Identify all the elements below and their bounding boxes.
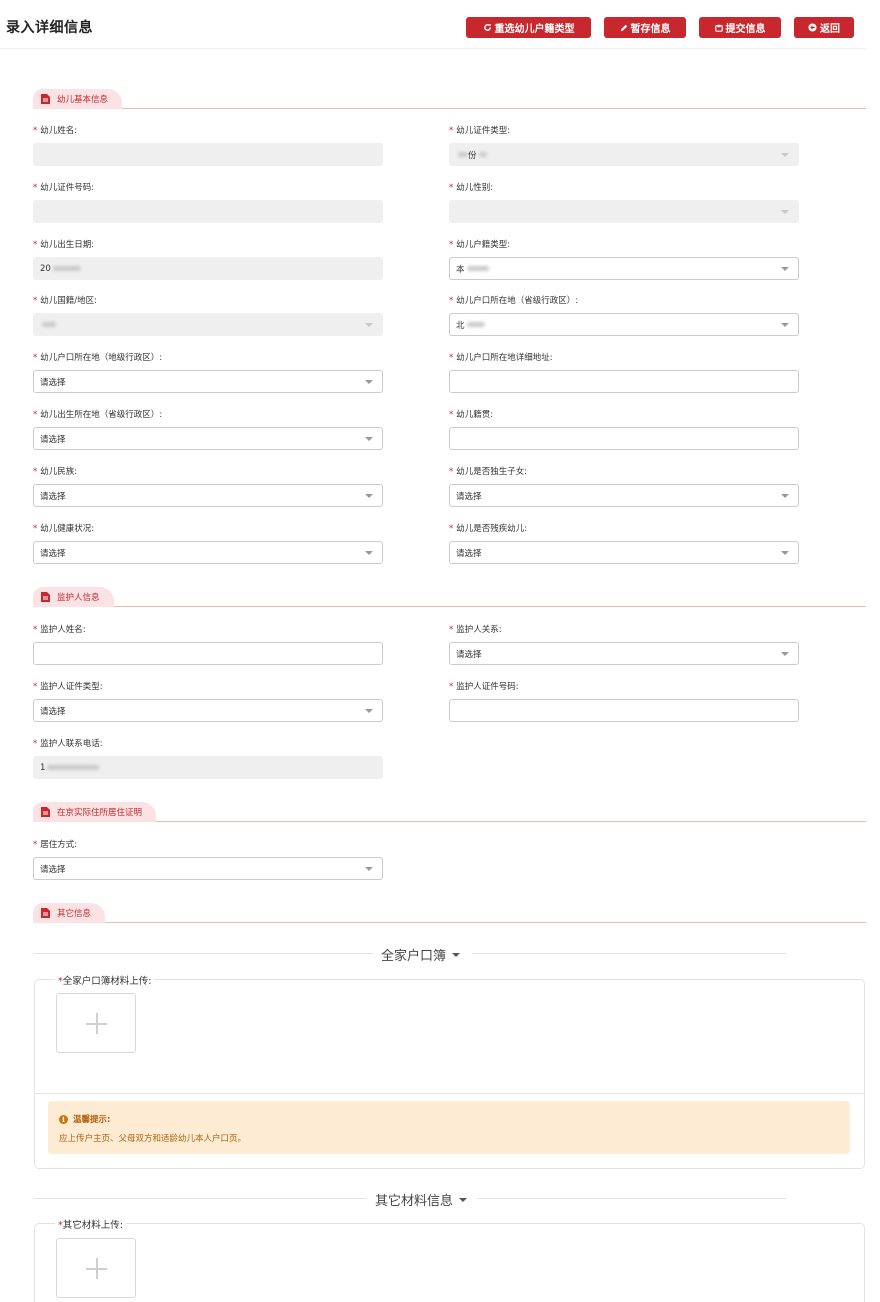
child-hukou-city-label: * 幼儿户口所在地（地级行政区）: (33, 353, 163, 363)
other-materials-card: *其它材料上传: (34, 1217, 865, 1302)
household-register-upload[interactable] (56, 993, 136, 1053)
child-birth-province-label: * 幼儿出生所在地（省级行政区）: (33, 410, 163, 420)
notice-text: 应上传户主页、父母双方和适龄幼儿本人户口页。 (59, 1134, 247, 1144)
child-disabled-select[interactable]: 请选择 (449, 541, 799, 564)
document-icon (41, 807, 50, 817)
page-title: 录入详细信息 (6, 20, 93, 36)
guardian-name-label: * 监护人姓名: (33, 625, 86, 635)
guardian-id-number-label: * 监护人证件号码: (449, 682, 519, 692)
notice-title: i 温馨提示: (59, 1113, 110, 1125)
guardian-id-type-select[interactable]: 请选择 (33, 699, 383, 722)
child-id-type-select[interactable]: 份 (449, 143, 799, 166)
residence-mode-label: * 居住方式: (33, 840, 78, 850)
child-birth-date-input[interactable]: 20 (33, 257, 383, 280)
other-materials-title: 其它材料信息 (375, 1194, 454, 1209)
divider-line (477, 1198, 786, 1199)
child-hukou-type-label: * 幼儿户籍类型: (449, 240, 511, 250)
guardian-relation-select[interactable]: 请选择 (449, 642, 799, 665)
child-hukou-address-label: * 幼儿户口所在地详细地址: (449, 353, 553, 363)
save-draft-label: 暂存信息 (630, 24, 671, 35)
child-id-number-input[interactable] (33, 200, 383, 223)
section-tab: 其它信息 (33, 903, 106, 923)
save-draft-button[interactable]: 暂存信息 (604, 17, 686, 38)
child-native-place-input[interactable] (449, 427, 799, 450)
submit-icon (714, 24, 723, 32)
document-icon (41, 94, 50, 104)
child-hukou-province-label: * 幼儿户口所在地（省级行政区）: (449, 296, 579, 306)
card-divider (35, 1093, 864, 1094)
child-id-type-label: * 幼儿证件类型: (449, 126, 511, 136)
divider-line (33, 953, 373, 954)
child-native-place-label: * 幼儿籍贯: (449, 410, 494, 420)
other-materials-upload-label: *其它材料上传: (55, 1217, 126, 1231)
submit-label: 提交信息 (725, 24, 766, 35)
child-only-child-select[interactable]: 请选择 (449, 484, 799, 507)
child-ethnicity-label: * 幼儿民族: (33, 467, 78, 477)
other-materials-toggle[interactable]: 其它材料信息 (375, 1190, 468, 1209)
page-header: 录入详细信息 重选幼儿户籍类型 暂存信息 提交信息 返回 (0, 0, 866, 49)
child-health-label: * 幼儿健康状况: (33, 524, 95, 534)
child-nationality-select[interactable] (33, 313, 383, 336)
household-register-title: 全家户口簿 (381, 949, 447, 964)
guardian-phone-input[interactable]: 1 (33, 756, 383, 779)
reselect-label: 重选幼儿户籍类型 (494, 24, 575, 35)
child-nationality-label: * 幼儿国籍/地区: (33, 296, 97, 306)
child-id-number-label: * 幼儿证件号码: (33, 183, 95, 193)
section-title: 幼儿基本信息 (57, 95, 109, 105)
other-materials-upload[interactable] (56, 1238, 136, 1298)
child-hukou-city-select[interactable]: 请选择 (33, 370, 383, 393)
caret-down-icon (452, 952, 461, 957)
child-hukou-type-select[interactable]: 本 (449, 257, 799, 280)
guardian-id-type-label: * 监护人证件类型: (33, 682, 103, 692)
document-icon (41, 908, 50, 918)
child-name-label: * 幼儿姓名: (33, 126, 78, 136)
section-tab: 在京实际住所居住证明 (33, 802, 157, 822)
child-hukou-province-select[interactable]: 北 (449, 313, 799, 336)
guardian-phone-label: * 监护人联系电话: (33, 739, 103, 749)
child-hukou-address-input[interactable] (449, 370, 799, 393)
guardian-id-number-input[interactable] (449, 699, 799, 722)
back-label: 返回 (820, 24, 840, 35)
child-only-child-label: * 幼儿是否独生子女: (449, 467, 528, 477)
submit-button[interactable]: 提交信息 (699, 17, 781, 38)
divider-line (472, 953, 786, 954)
section-tab: 幼儿基本信息 (33, 89, 123, 109)
child-ethnicity-select[interactable]: 请选择 (33, 484, 383, 507)
section-other: 其它信息 (33, 903, 866, 923)
arrow-left-icon (808, 23, 817, 32)
back-button[interactable]: 返回 (794, 17, 854, 38)
divider-line (33, 1198, 367, 1199)
section-residence: 在京实际住所居住证明 (33, 802, 866, 822)
child-gender-select[interactable] (449, 200, 799, 223)
refresh-icon (483, 24, 491, 31)
reselect-hukou-type-button[interactable]: 重选幼儿户籍类型 (466, 17, 591, 38)
guardian-name-input[interactable] (33, 642, 383, 665)
info-icon: i (59, 1114, 68, 1124)
notice-box: i 温馨提示: 应上传户主页、父母双方和适龄幼儿本人户口页。 (48, 1101, 850, 1154)
section-guardian: 监护人信息 (33, 587, 866, 607)
child-health-select[interactable]: 请选择 (33, 541, 383, 564)
section-title: 监护人信息 (57, 593, 100, 603)
guardian-relation-label: * 监护人关系: (449, 625, 502, 635)
section-title: 其它信息 (57, 909, 92, 919)
child-gender-label: * 幼儿性别: (449, 183, 494, 193)
residence-mode-select[interactable]: 请选择 (33, 857, 383, 880)
household-register-upload-label: *全家户口簿材料上传: (55, 973, 155, 987)
section-tab: 监护人信息 (33, 587, 114, 607)
caret-down-icon (459, 1197, 468, 1202)
child-name-input[interactable] (33, 143, 383, 166)
pencil-icon (620, 24, 627, 31)
household-register-toggle[interactable]: 全家户口簿 (381, 945, 461, 964)
section-child-basic: 幼儿基本信息 (33, 89, 866, 109)
section-title: 在京实际住所居住证明 (57, 808, 143, 818)
child-birth-date-label: * 幼儿出生日期: (33, 240, 95, 250)
document-icon (41, 592, 50, 602)
household-register-card: *全家户口簿材料上传: i 温馨提示: 应上传户主页、父母双方和适龄幼儿本人户口… (34, 973, 865, 1169)
child-birth-province-select[interactable]: 请选择 (33, 427, 383, 450)
child-disabled-label: * 幼儿是否残疾幼儿: (449, 524, 528, 534)
